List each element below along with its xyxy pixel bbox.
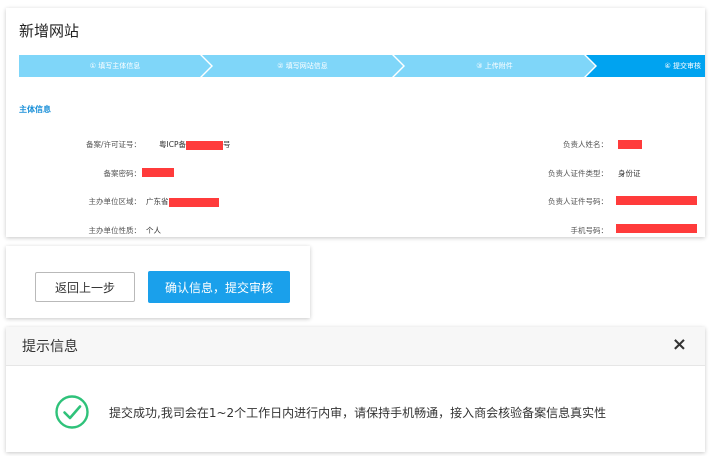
mobile-number-value [616, 223, 697, 233]
step-1: ① 填写主体信息 [19, 55, 211, 77]
filing-password-value [142, 167, 174, 177]
close-icon[interactable]: × [672, 334, 687, 355]
owner-id-type-value: 身份证 [618, 169, 641, 178]
license-number-label: 备案/许可证号： [85, 140, 141, 149]
owner-name-value [618, 139, 642, 149]
organizer-region-prefix: 广东省 [146, 197, 169, 206]
owner-id-number-value [616, 195, 697, 205]
page-title: 新增网站 [19, 22, 80, 40]
mobile-number-label: 手机号码： [570, 226, 609, 235]
action-bar: 返回上一步 确认信息，提交审核 [6, 246, 310, 318]
site-info-card: 新增网站 ① 填写主体信息 ② 填写网站信息 ③ 上传附件 ④ 提交审核 主体信… [6, 8, 705, 237]
redacted-block [616, 195, 697, 205]
redacted-block [616, 223, 697, 233]
organizer-region-label: 主办单位区域： [88, 197, 142, 206]
organizer-type-label: 主办单位性质： [88, 226, 142, 235]
license-number-value: 粤ICP备 号 [159, 139, 230, 150]
step-progress-bar: ① 填写主体信息 ② 填写网站信息 ③ 上传附件 ④ 提交审核 [19, 55, 705, 77]
organizer-region-value: 广东省 [146, 196, 219, 207]
license-number-prefix: 粤ICP备 [159, 140, 186, 149]
owner-name-label: 负责人姓名： [563, 140, 608, 149]
section-title: 主体信息 [19, 105, 51, 114]
notice-dialog: 提示信息 × 提交成功,我司会在1~2个工作日内进行内审，请保持手机畅通，接入商… [6, 327, 705, 452]
owner-id-type-label: 负责人证件类型： [548, 169, 608, 178]
step-4-active: ④ 提交审核 [586, 55, 705, 77]
redacted-block [142, 167, 174, 177]
dialog-title: 提示信息 [22, 339, 78, 355]
redacted-block [185, 140, 223, 150]
redacted-block [618, 139, 642, 149]
organizer-type-value: 个人 [146, 226, 161, 235]
redacted-block [168, 197, 219, 207]
license-number-suffix: 号 [222, 140, 231, 149]
filing-password-label: 备案密码： [103, 169, 142, 178]
dialog-message: 提交成功,我司会在1~2个工作日内进行内审，请保持手机畅通，接入商会核验备案信息… [109, 406, 607, 420]
confirm-submit-button[interactable]: 确认信息，提交审核 [148, 271, 290, 303]
step-3: ③ 上传附件 [394, 55, 595, 77]
dialog-header: 提示信息 × [6, 327, 705, 366]
back-button[interactable]: 返回上一步 [35, 272, 135, 302]
step-2: ② 填写网站信息 [202, 55, 403, 77]
owner-id-number-label: 负责人证件号码： [548, 197, 608, 206]
success-check-icon [55, 395, 89, 429]
